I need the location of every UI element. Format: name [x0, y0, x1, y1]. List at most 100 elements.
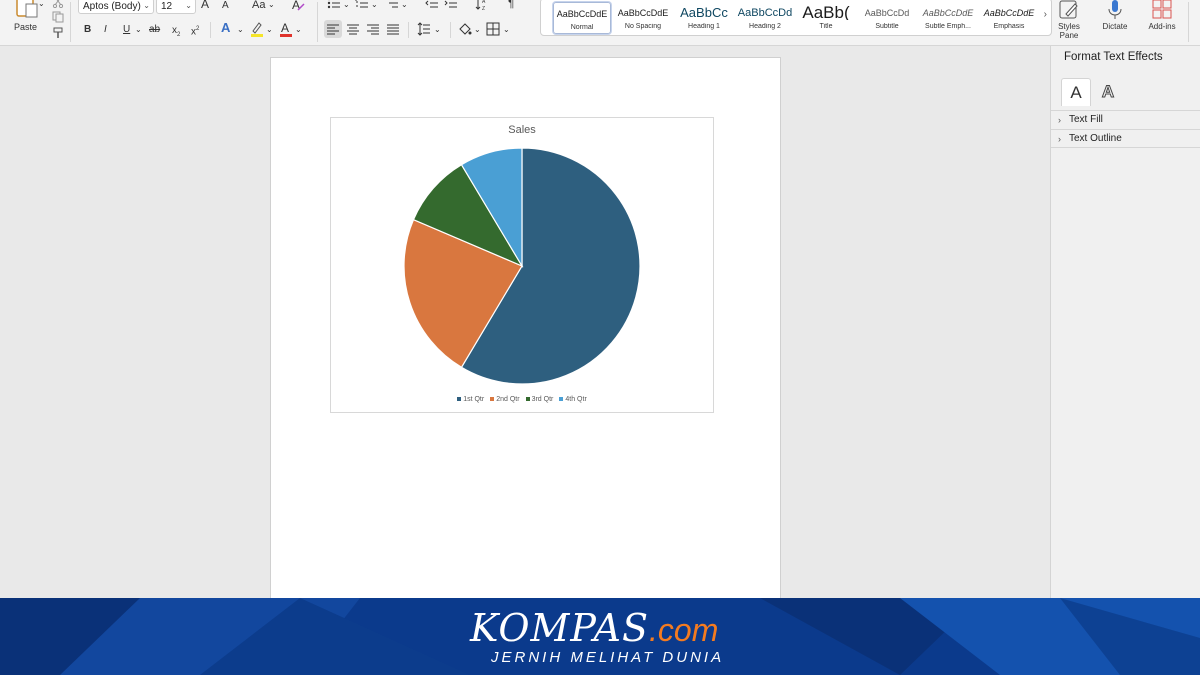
- section-text-fill[interactable]: › Text Fill: [1051, 110, 1200, 129]
- section-text-outline[interactable]: › Text Outline: [1051, 129, 1200, 148]
- style-preview: AaBbCcDd: [864, 8, 910, 18]
- legend-label: 1st Qtr: [463, 396, 485, 403]
- dictate-button[interactable]: Dictate: [1097, 0, 1133, 31]
- align-left-button[interactable]: [324, 20, 342, 38]
- shading-icon[interactable]: [458, 22, 472, 36]
- borders-icon[interactable]: [486, 22, 500, 36]
- subscript-mark: 2: [177, 32, 181, 38]
- font-size-value: 12: [161, 1, 173, 12]
- style-heading-1[interactable]: AaBbCc Heading 1: [675, 2, 733, 34]
- legend-item: 3rd Qtr: [525, 396, 553, 403]
- legend-swatch: [457, 397, 462, 402]
- chevron-down-icon[interactable]: ⌄: [268, 0, 275, 12]
- style-normal[interactable]: AaBbCcDdE Normal: [553, 2, 611, 34]
- legend-label: 2nd Qtr: [496, 396, 520, 403]
- cut-icon[interactable]: [52, 0, 64, 8]
- chevron-down-icon[interactable]: ⌄: [503, 23, 510, 37]
- style-preview: AaBbCcDd: [737, 7, 793, 19]
- gallery-more-chevron-icon[interactable]: ›: [1044, 9, 1047, 20]
- style-preview: AaBbCcDdE: [556, 9, 608, 19]
- svg-text:A: A: [482, 0, 486, 5]
- chevron-down-icon[interactable]: ⌄: [371, 0, 378, 12]
- chevron-down-icon[interactable]: ⌄: [474, 23, 481, 37]
- increase-indent-icon[interactable]: [444, 0, 458, 9]
- chevron-down-icon[interactable]: ⌄: [295, 23, 302, 37]
- text-effects-tab-icon: A: [1101, 82, 1115, 102]
- tab-text-fill-outline[interactable]: A: [1061, 78, 1091, 106]
- sort-icon[interactable]: A Z: [475, 0, 489, 11]
- style-name: Title: [819, 23, 833, 30]
- text-fill-tab-icon: A: [1070, 83, 1082, 102]
- kompas-banner: KOMPAS.com JERNIH MELIHAT DUNIA: [0, 598, 1200, 675]
- chevron-right-icon: ›: [1058, 134, 1061, 144]
- styles-pane-button[interactable]: Styles Pane: [1054, 0, 1084, 40]
- justify-icon[interactable]: [386, 23, 400, 35]
- bullets-icon[interactable]: [327, 0, 341, 9]
- style-preview: AaBbCcDdE: [617, 8, 669, 18]
- change-case-button[interactable]: Aa: [252, 0, 265, 12]
- style-preview: AaBb(: [802, 3, 850, 21]
- pie-chart: [403, 147, 641, 385]
- styles-gallery: AaBbCcDdE Normal AaBbCcDdE No Spacing Aa…: [540, 0, 1052, 36]
- superscript-button[interactable]: x2: [191, 22, 199, 39]
- grow-font-button[interactable]: A: [201, 0, 209, 11]
- bold-button[interactable]: B: [84, 23, 91, 37]
- chevron-down-icon[interactable]: ⌄: [434, 23, 441, 37]
- kompas-logo: KOMPAS.com: [470, 606, 718, 650]
- add-ins-button[interactable]: Add-ins: [1144, 0, 1180, 31]
- line-spacing-icon[interactable]: [417, 22, 431, 36]
- clear-formatting-icon[interactable]: A: [291, 0, 305, 12]
- style-title[interactable]: AaBb( Title: [797, 2, 855, 34]
- decrease-indent-icon[interactable]: [425, 0, 439, 9]
- style-subtitle[interactable]: AaBbCcDd Subtitle: [858, 2, 916, 34]
- chevron-down-icon[interactable]: ⌄: [135, 23, 142, 37]
- style-heading-2[interactable]: AaBbCcDd Heading 2: [736, 2, 794, 34]
- numbering-icon[interactable]: [355, 0, 369, 9]
- chevron-down-icon[interactable]: ⌄: [401, 0, 408, 12]
- ribbon-divider: [317, 2, 318, 42]
- chevron-right-icon: ›: [1058, 115, 1061, 125]
- pane-title: Format Text Effects: [1064, 51, 1163, 63]
- ribbon: Paste ⌄ Aptos (Body) ⌄ 12 ⌄ A A Aa ⌄ A B…: [0, 0, 1200, 46]
- banner-tagline: JERNIH MELIHAT DUNIA: [491, 649, 725, 666]
- style-preview: AaBbCcDdE: [922, 8, 974, 18]
- paste-button-label[interactable]: Paste: [14, 22, 37, 32]
- style-name: Heading 1: [688, 23, 720, 30]
- document-page[interactable]: Sales 1st Qtr 2nd Qtr 3rd Qtr 4th Qtr: [270, 57, 781, 617]
- italic-button[interactable]: I: [104, 23, 107, 37]
- style-name: Subtitle: [875, 23, 899, 30]
- style-name: Heading 2: [749, 23, 781, 30]
- chart-frame[interactable]: Sales 1st Qtr 2nd Qtr 3rd Qtr 4th Qtr: [330, 117, 714, 413]
- legend-swatch: [490, 397, 495, 402]
- highlight-icon[interactable]: [250, 21, 264, 37]
- legend-label: 4th Qtr: [565, 396, 587, 403]
- style-name: No Spacing: [624, 23, 662, 30]
- style-emphasis[interactable]: AaBbCcDdE Emphasis: [980, 2, 1038, 34]
- legend-item: 1st Qtr: [457, 396, 484, 403]
- font-name-select[interactable]: Aptos (Body) ⌄: [78, 0, 154, 14]
- ribbon-divider: [1188, 2, 1189, 42]
- copy-icon[interactable]: [52, 11, 64, 23]
- chevron-down-icon[interactable]: ⌄: [266, 23, 273, 37]
- strikethrough-button[interactable]: ab: [149, 23, 160, 37]
- align-center-icon[interactable]: [346, 23, 360, 35]
- style-no-spacing[interactable]: AaBbCcDdE No Spacing: [614, 2, 672, 34]
- style-subtle-emphasis[interactable]: AaBbCcDdE Subtle Emph...: [919, 2, 977, 34]
- format-painter-icon[interactable]: [52, 27, 64, 39]
- paste-options-chevron-icon[interactable]: ⌄: [38, 0, 45, 11]
- font-color-icon[interactable]: A: [279, 21, 293, 37]
- paste-group: Paste ⌄: [8, 0, 68, 46]
- chevron-down-icon[interactable]: ⌄: [343, 0, 350, 12]
- underline-button[interactable]: U: [123, 23, 130, 37]
- show-formatting-button[interactable]: ¶: [508, 0, 514, 10]
- shrink-font-button[interactable]: A: [222, 0, 229, 13]
- align-right-icon[interactable]: [366, 23, 380, 35]
- chevron-down-icon[interactable]: ⌄: [237, 23, 244, 37]
- ribbon-divider: [210, 22, 211, 38]
- tab-text-effects[interactable]: A: [1093, 78, 1123, 106]
- paste-icon[interactable]: [14, 0, 40, 18]
- subscript-button[interactable]: x2: [172, 24, 180, 42]
- font-size-select[interactable]: 12 ⌄: [156, 0, 196, 14]
- text-effects-button[interactable]: A: [221, 21, 230, 35]
- multilevel-list-icon[interactable]: [385, 0, 399, 9]
